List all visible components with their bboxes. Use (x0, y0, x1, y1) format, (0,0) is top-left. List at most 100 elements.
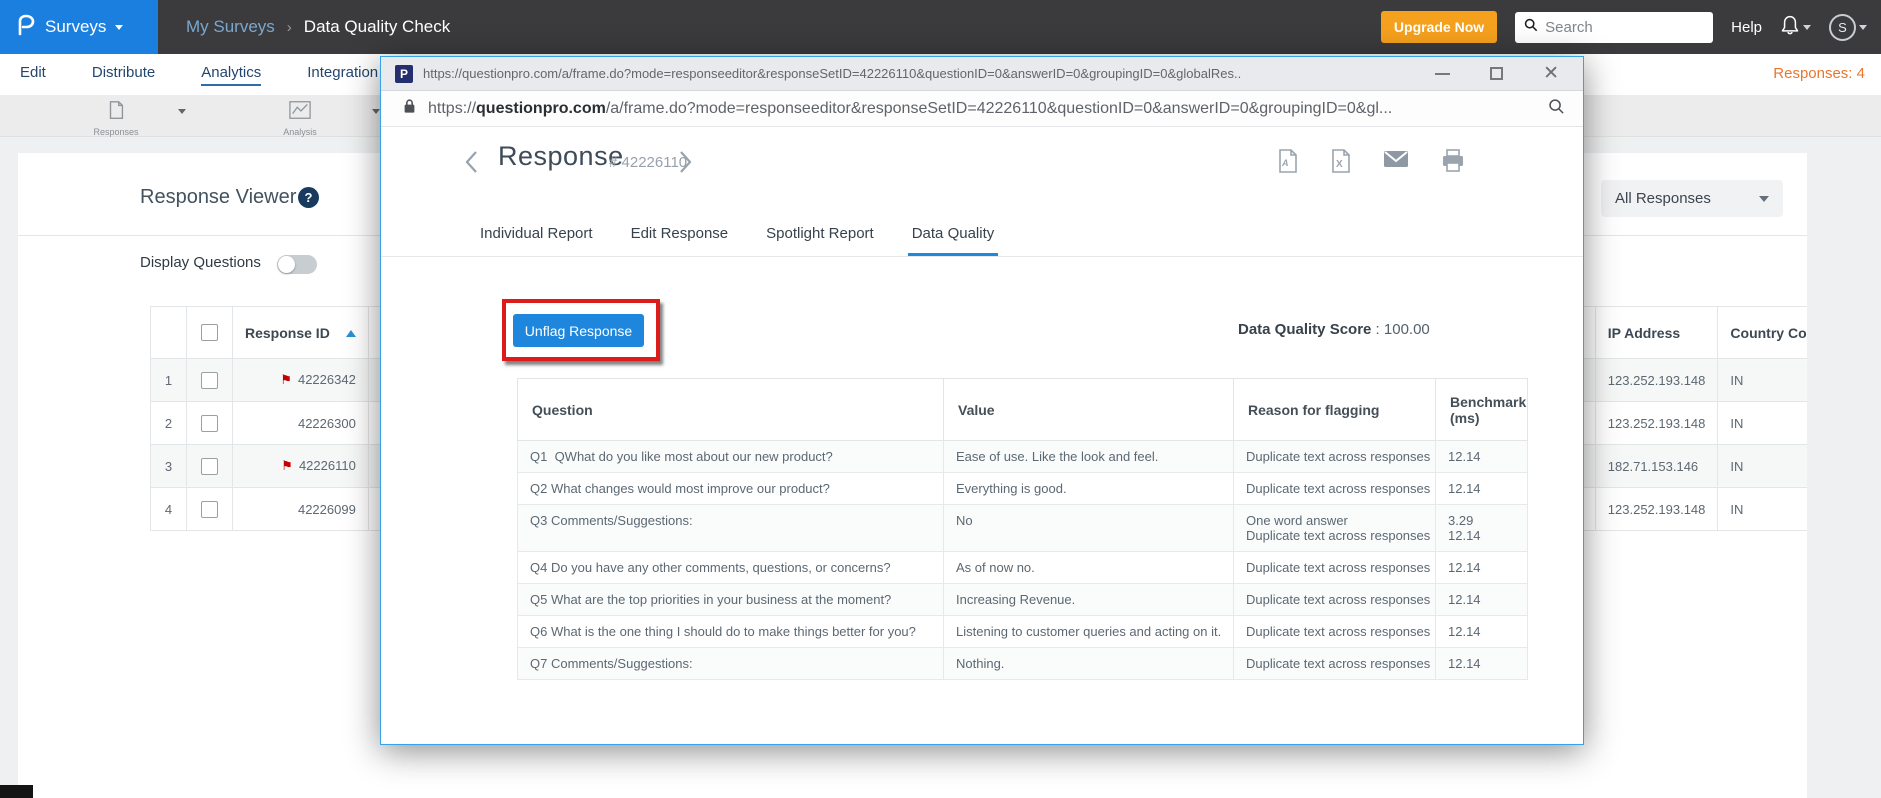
checkbox-cell (186, 487, 233, 531)
reason-line: Duplicate text across responses (1246, 481, 1431, 496)
account-menu-button[interactable]: S (1829, 13, 1867, 41)
reason-cell: Duplicate text across responses (1233, 615, 1436, 648)
response-id-link[interactable]: 42226099 (298, 502, 356, 517)
table-row: 182.71.153.146 IN (1560, 444, 1807, 488)
avatar: S (1829, 13, 1856, 41)
toolbar-item-responses[interactable]: Responses (88, 99, 144, 137)
search-input[interactable]: Search (1515, 11, 1714, 43)
table-row: Q2 What changes would most improve our p… (517, 472, 1528, 505)
checkbox-cell (186, 358, 233, 402)
maximize-icon[interactable] (1490, 67, 1504, 80)
menu-item-integration[interactable]: Integration (307, 64, 378, 86)
response-id-link[interactable]: 42226300 (298, 416, 356, 431)
next-response-chevron[interactable] (678, 149, 693, 180)
value-cell: As of now no. (943, 551, 1234, 584)
select-all-checkbox[interactable] (201, 324, 218, 341)
search-placeholder: Search (1545, 18, 1593, 36)
chevron-down-icon[interactable] (178, 109, 186, 118)
benchmark-cell: 12.14 (1435, 647, 1528, 680)
window-controls: ✕ (1415, 64, 1569, 83)
navbar-right: Upgrade Now Search Help S (1380, 11, 1881, 43)
response-id-cell[interactable]: 42226300 (232, 401, 369, 445)
ip-address-cell: 123.252.193.148 (1594, 487, 1719, 531)
menu-item-edit[interactable]: Edit (20, 64, 46, 86)
flag-icon: ⚑ (281, 458, 293, 473)
table-row: 123.252.193.148 IN (1560, 487, 1807, 531)
surveys-menu-button[interactable]: Surveys (0, 0, 158, 54)
display-questions-label: Display Questions (140, 254, 261, 271)
tab-edit-response[interactable]: Edit Response (627, 215, 733, 256)
upgrade-now-button[interactable]: Upgrade Now (1380, 11, 1498, 43)
row-checkbox[interactable] (201, 500, 218, 518)
tab-individual-report[interactable]: Individual Report (476, 215, 597, 256)
tab-data-quality[interactable]: Data Quality (907, 215, 999, 256)
score-value: : 100.00 (1371, 321, 1430, 338)
response-id-cell[interactable]: ⚑ 42226342 (232, 358, 369, 402)
reason-line: Duplicate text across responses (1246, 592, 1431, 607)
response-id-cell[interactable]: 42226099 (232, 487, 369, 531)
help-icon[interactable]: ? (298, 187, 319, 208)
breadcrumb-my-surveys[interactable]: My Surveys (186, 17, 275, 37)
value-header: Value (943, 378, 1234, 441)
print-icon[interactable] (1441, 149, 1465, 178)
display-questions-toggle[interactable] (277, 255, 317, 274)
question-cell: Q2 What changes would most improve our p… (517, 472, 944, 505)
menu-items: Edit Distribute Analytics Integration (20, 64, 378, 86)
benchmark-header: Benchmark (ms) (1435, 378, 1528, 441)
modal-titlebar[interactable]: P https://questionpro.com/a/frame.do?mod… (381, 57, 1583, 91)
chevron-down-icon[interactable] (372, 109, 380, 118)
previous-response-chevron[interactable] (464, 149, 479, 180)
menu-item-distribute[interactable]: Distribute (92, 64, 155, 86)
table-row: Q6 What is the one thing I should do to … (517, 615, 1528, 648)
toolbar-item-analysis[interactable]: Analysis (272, 99, 328, 137)
benchmark-line: 12.14 (1448, 449, 1481, 464)
table-row: Q4 Do you have any other comments, quest… (517, 551, 1528, 584)
value-cell: Nothing. (943, 647, 1234, 680)
tab-spotlight-report[interactable]: Spotlight Report (762, 215, 878, 256)
country-code-cell: IN (1717, 358, 1807, 402)
data-quality-table: Question Value Reason for flagging Bench… (517, 378, 1528, 680)
page-title: Response Viewer (140, 186, 297, 208)
zoom-search-icon[interactable] (1548, 98, 1565, 120)
benchmark-cell: 12.14 (1435, 615, 1528, 648)
response-id-header[interactable]: Response ID (232, 306, 369, 359)
excel-export-icon[interactable]: X (1330, 149, 1351, 178)
address-url: https://questionpro.com/a/frame.do?mode=… (428, 99, 1393, 117)
row-number: 3 (150, 444, 187, 488)
response-id-cell[interactable]: ⚑ 42226110 (232, 444, 369, 488)
reason-line: Duplicate text across responses (1246, 624, 1431, 639)
modal-addressbar[interactable]: https://questionpro.com/a/frame.do?mode=… (381, 91, 1583, 127)
brand-label: Surveys (45, 17, 107, 36)
pdf-export-icon[interactable]: A (1277, 149, 1298, 178)
row-checkbox[interactable] (201, 414, 218, 432)
notifications-button[interactable] (1780, 14, 1811, 41)
toggle-knob (278, 256, 295, 273)
all-responses-dropdown[interactable]: All Responses (1601, 180, 1783, 217)
row-checkbox[interactable] (201, 457, 218, 475)
ip-address-cell: 123.252.193.148 (1594, 358, 1719, 402)
benchmark-cell: 12.14 (1435, 551, 1528, 584)
chevron-down-icon (1759, 195, 1769, 207)
benchmark-cell: 12.14 (1435, 440, 1528, 473)
question-cell: Q4 Do you have any other comments, quest… (517, 551, 944, 584)
sort-ascending-icon[interactable] (345, 325, 356, 337)
analysis-chart-icon (288, 101, 312, 125)
breadcrumb-current: Data Quality Check (303, 17, 451, 36)
benchmark-line: 12.14 (1448, 481, 1481, 496)
benchmark-line: 12.14 (1448, 592, 1481, 607)
row-checkbox[interactable] (201, 371, 218, 389)
unflag-response-button[interactable]: Unflag Response (513, 314, 644, 347)
close-icon[interactable]: ✕ (1543, 64, 1559, 83)
help-link[interactable]: Help (1731, 19, 1762, 36)
row-number: 4 (150, 487, 187, 531)
table-row: Q3 Comments/Suggestions: No One word answe… (517, 504, 1528, 552)
response-id-link[interactable]: 42226342 (298, 372, 356, 387)
minimize-icon[interactable] (1435, 72, 1451, 75)
chevron-down-icon (1859, 24, 1867, 34)
lock-icon (403, 98, 416, 119)
menu-item-analytics[interactable]: Analytics (201, 64, 262, 86)
responses-table-right-columns: 5 IP Address Country Co 123.252.193.148I… (1560, 306, 1807, 531)
response-id-link[interactable]: 42226110 (299, 458, 356, 473)
table-row: 123.252.193.148 IN (1560, 358, 1807, 402)
email-icon[interactable] (1383, 149, 1409, 178)
